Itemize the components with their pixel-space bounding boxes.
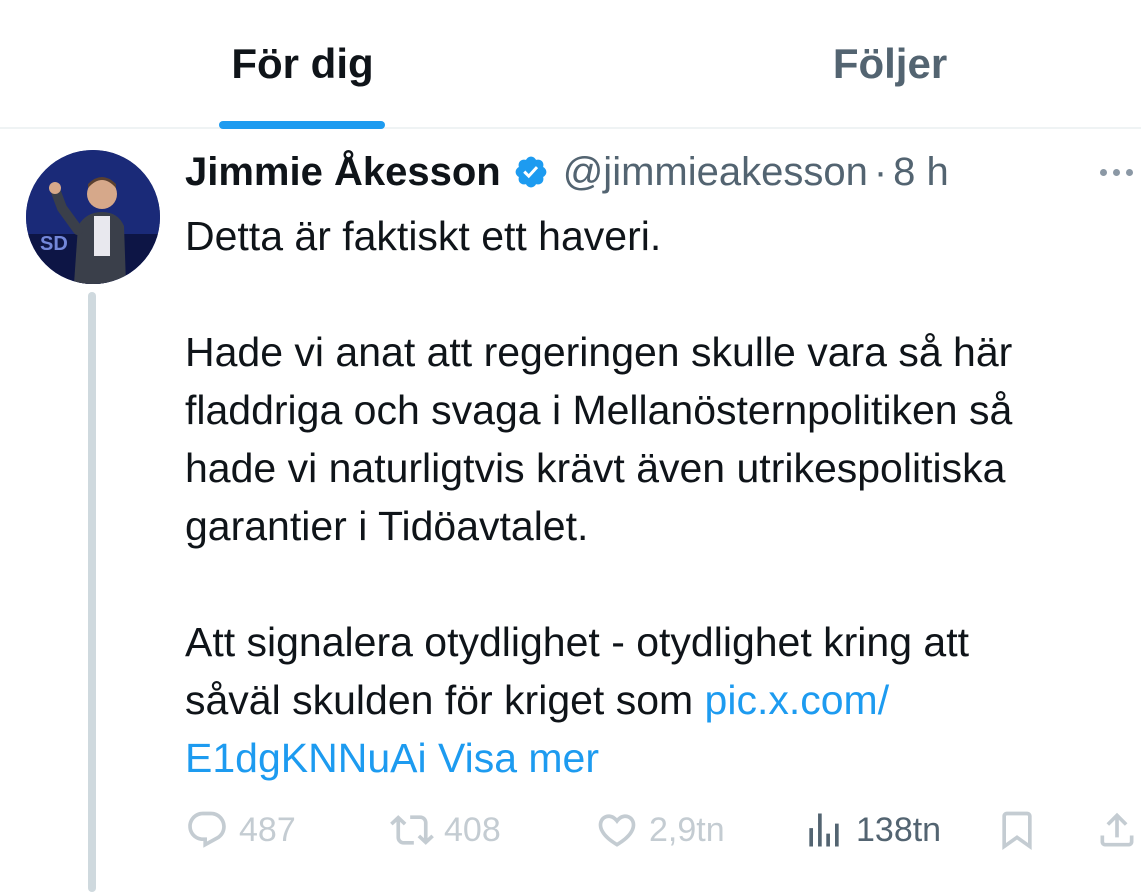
tweet-line: Hade vi anat att regeringen skulle vara … bbox=[185, 329, 1013, 375]
media-link-part-1[interactable]: pic.x.com/ bbox=[705, 677, 890, 723]
heart-icon bbox=[595, 808, 639, 852]
svg-text:SD: SD bbox=[40, 233, 68, 255]
tweet-line-with-link: E1dgKNNuAi Visa mer bbox=[185, 729, 1125, 787]
like-count: 2,9tn bbox=[649, 810, 725, 849]
tweet-line: fladdriga och svaga i Mellanösternpoliti… bbox=[185, 387, 1013, 433]
tweet-text: Detta är faktiskt ett haveri. Hade vi an… bbox=[185, 207, 1125, 787]
timeline-tabs: För dig Följer bbox=[0, 0, 1141, 129]
tab-for-you[interactable]: För dig bbox=[190, 0, 415, 127]
bookmark-icon bbox=[995, 808, 1039, 852]
repost-icon bbox=[390, 808, 434, 852]
repost-button[interactable]: 408 bbox=[390, 802, 501, 858]
more-options-icon[interactable] bbox=[1100, 158, 1141, 186]
tweet-line: Att signalera otydlighet - otydlighet kr… bbox=[185, 619, 969, 665]
share-button[interactable] bbox=[1095, 802, 1139, 858]
avatar[interactable]: SD bbox=[26, 150, 160, 284]
active-tab-indicator bbox=[219, 121, 385, 129]
tweet-timestamp[interactable]: 8 h bbox=[893, 150, 949, 195]
tweet-line-with-link: såväl skulden för kriget som pic.x.com/ bbox=[185, 671, 1125, 729]
media-link-part-2[interactable]: E1dgKNNuAi bbox=[185, 735, 427, 781]
views-button[interactable]: 138tn bbox=[802, 802, 941, 858]
views-chart-icon bbox=[802, 808, 846, 852]
thread-line bbox=[88, 292, 96, 892]
avatar-image: SD bbox=[26, 150, 160, 284]
tweet-line: garantier i Tidöavtalet. bbox=[185, 503, 589, 549]
tweet-actions: 487 408 2,9tn 138tn bbox=[185, 802, 1141, 858]
tab-following[interactable]: Följer bbox=[780, 0, 1000, 127]
share-icon bbox=[1095, 808, 1139, 852]
tweet-line-text: såväl skulden för kriget som bbox=[185, 677, 705, 723]
reply-button[interactable]: 487 bbox=[185, 802, 296, 858]
reply-count: 487 bbox=[239, 810, 296, 849]
display-name[interactable]: Jimmie Åkesson bbox=[185, 150, 501, 195]
user-handle[interactable]: @jimmieakesson bbox=[563, 150, 868, 195]
tab-for-you-label: För dig bbox=[231, 39, 374, 87]
tweet-line: hade vi naturligtvis krävt även utrikesp… bbox=[185, 445, 1006, 491]
repost-count: 408 bbox=[444, 810, 501, 849]
show-more-link[interactable]: Visa mer bbox=[438, 735, 599, 781]
reply-icon bbox=[185, 808, 229, 852]
verified-badge-icon bbox=[513, 154, 549, 190]
views-count: 138tn bbox=[856, 810, 942, 849]
tab-following-label: Följer bbox=[832, 39, 948, 87]
like-button[interactable]: 2,9tn bbox=[595, 802, 725, 858]
bookmark-button[interactable] bbox=[995, 802, 1039, 858]
tweet-header: Jimmie Åkesson @jimmieakesson · 8 h bbox=[185, 146, 949, 198]
header-separator: · bbox=[873, 149, 888, 194]
tweet-paragraph-1: Detta är faktiskt ett haveri. bbox=[185, 213, 662, 259]
